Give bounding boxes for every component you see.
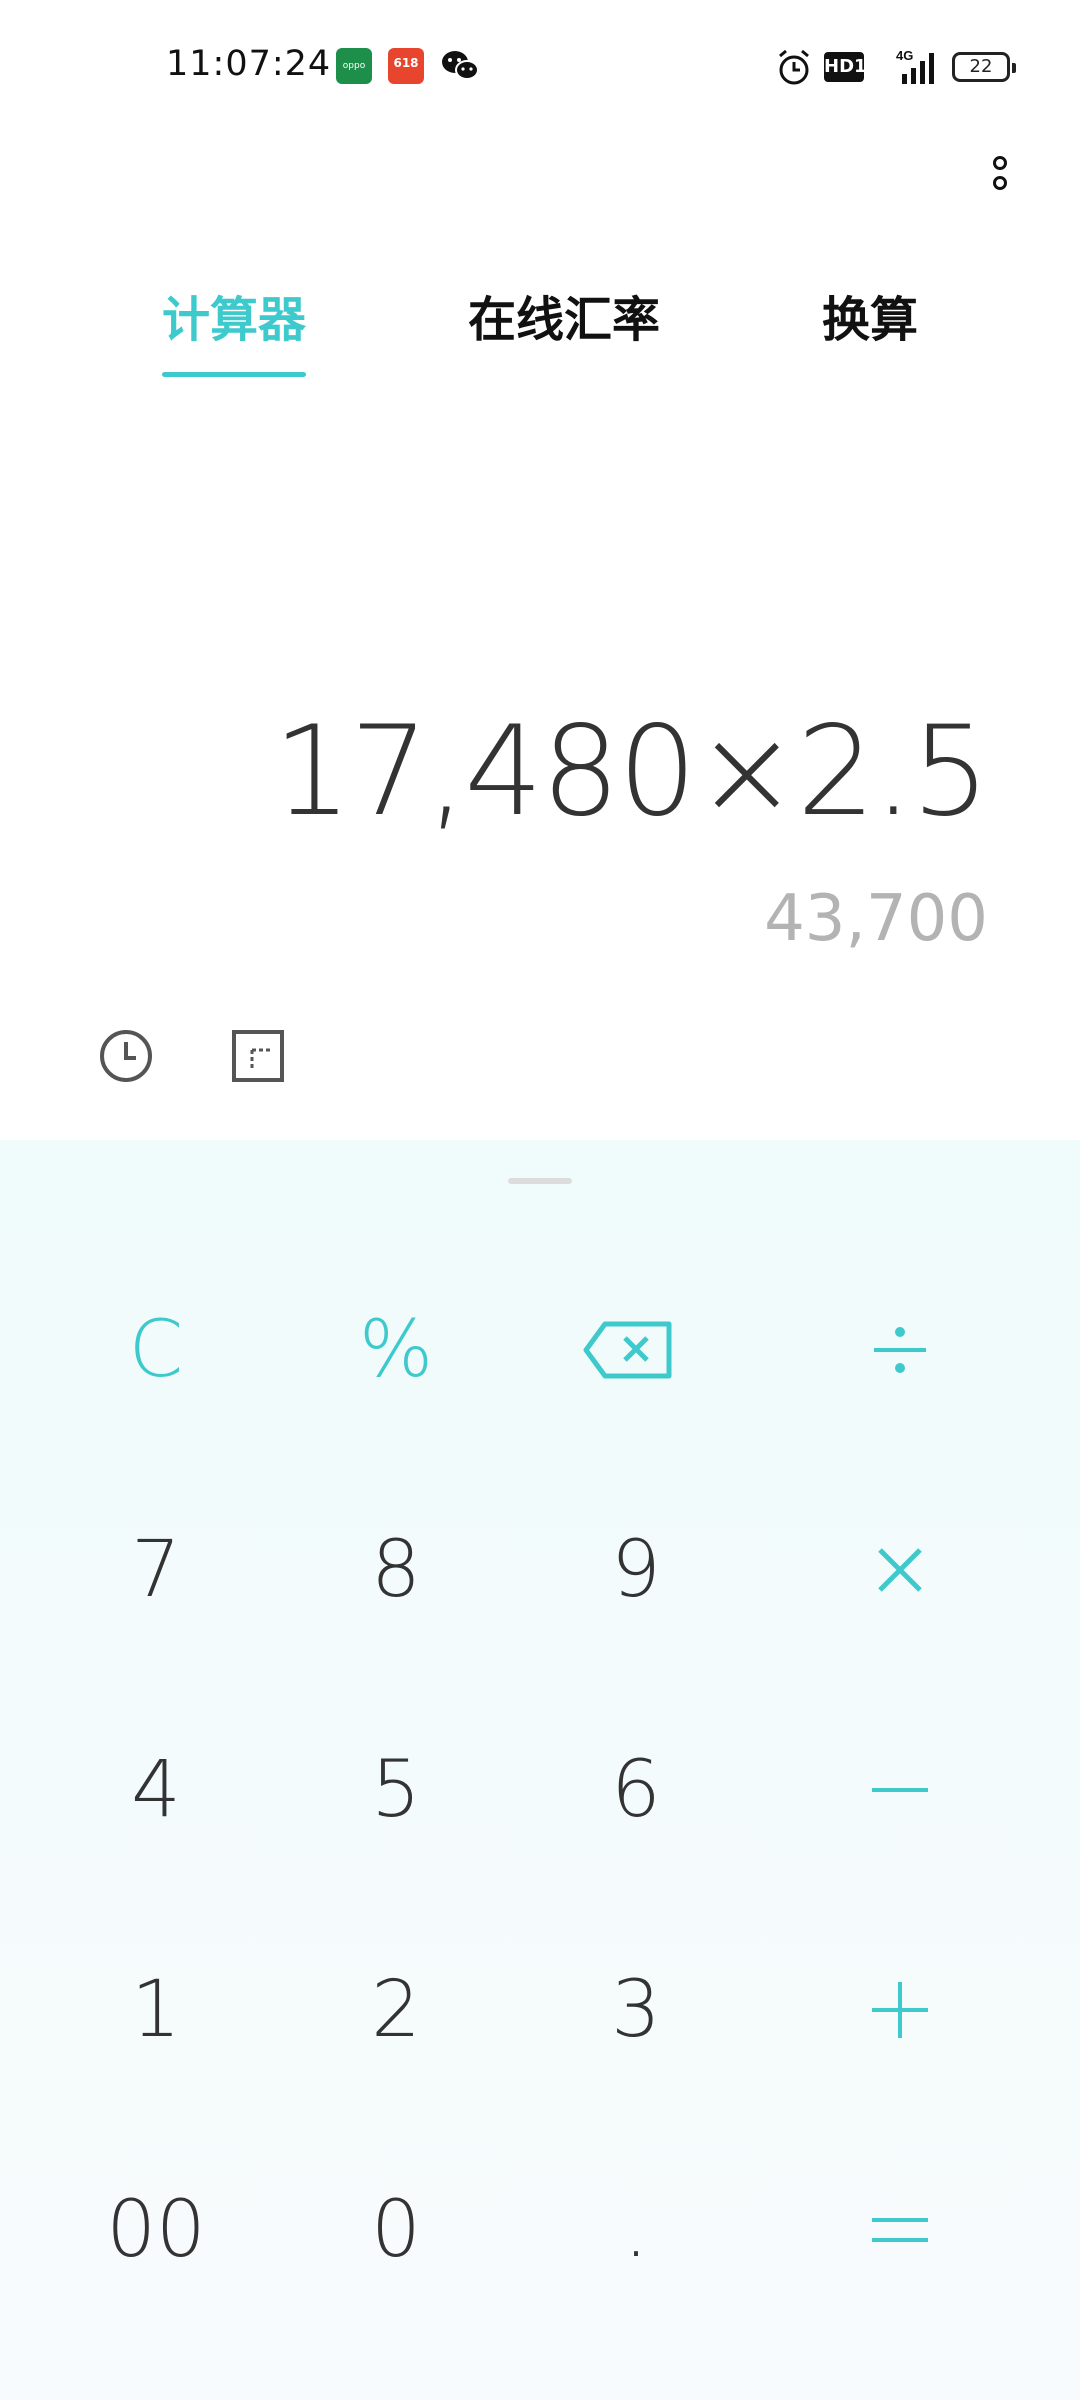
key-6[interactable]: 6: [536, 1700, 736, 1880]
alarm-icon: [776, 48, 812, 88]
subtract-button[interactable]: [800, 1700, 1000, 1880]
battery-indicator: 22: [952, 52, 1016, 82]
minus-icon: [872, 1788, 928, 1792]
key-9[interactable]: 9: [536, 1480, 736, 1660]
clear-button[interactable]: C: [56, 1260, 256, 1440]
oppo-app-icon: oppo: [336, 48, 372, 84]
result-display: 43,700: [764, 882, 988, 956]
key-1[interactable]: 1: [56, 1920, 256, 2100]
tab-conversion[interactable]: 换算: [822, 280, 918, 350]
keypad: C % 7 8 9 4 5 6 1 2 3 00 0 .: [0, 1140, 1080, 2400]
key-4[interactable]: 4: [56, 1700, 256, 1880]
divide-icon: [874, 1327, 926, 1373]
status-bar: 11:07:24 oppo 618 HD1 4G 22: [0, 0, 1080, 136]
decimal-button[interactable]: .: [536, 2140, 736, 2320]
key-00[interactable]: 00: [56, 2140, 256, 2320]
key-7[interactable]: 7: [56, 1480, 256, 1660]
sale-app-icon: 618: [388, 48, 424, 84]
network-type-label: 4G: [896, 48, 913, 63]
divide-button[interactable]: [800, 1260, 1000, 1440]
backspace-icon: [583, 1321, 672, 1379]
multiply-button[interactable]: [800, 1480, 1000, 1660]
key-2[interactable]: 2: [296, 1920, 496, 2100]
signal-icon: 4G: [880, 48, 940, 88]
hd-voice-icon: HD1: [824, 52, 867, 82]
wechat-icon: [440, 48, 480, 84]
history-icon[interactable]: [98, 1028, 154, 1084]
equals-icon: [872, 2218, 928, 2242]
key-0[interactable]: 0: [296, 2140, 496, 2320]
key-3[interactable]: 3: [536, 1920, 736, 2100]
key-8[interactable]: 8: [296, 1480, 496, 1660]
status-time: 11:07:24: [166, 44, 332, 84]
plus-icon: [872, 1982, 928, 2038]
equals-button[interactable]: [800, 2140, 1000, 2320]
key-5[interactable]: 5: [296, 1700, 496, 1880]
active-tab-indicator: [162, 372, 306, 377]
percent-button[interactable]: %: [296, 1260, 496, 1440]
tab-exchange-rate[interactable]: 在线汇率: [468, 280, 660, 350]
more-options-icon[interactable]: [980, 150, 1020, 206]
add-button[interactable]: [800, 1920, 1000, 2100]
tab-calculator[interactable]: 计算器: [162, 280, 306, 350]
drag-handle[interactable]: [508, 1178, 572, 1184]
scientific-mode-icon[interactable]: [230, 1028, 286, 1084]
expression-display: 17,480×2.5: [273, 700, 990, 844]
mode-tabs: 计算器 在线汇率 换算: [0, 280, 1080, 380]
multiply-icon: [878, 1548, 922, 1592]
backspace-button[interactable]: [528, 1260, 728, 1440]
